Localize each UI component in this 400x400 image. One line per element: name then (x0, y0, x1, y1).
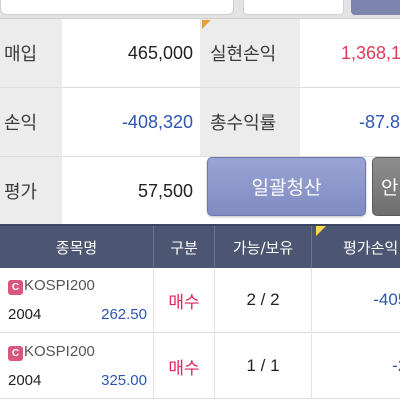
corner-indicator-icon (202, 20, 211, 29)
item-name-cell: C KOSPI200 2004 325.00 (0, 334, 154, 398)
realized-pnl-label: 실현손익 (200, 19, 300, 87)
total-return-label: 총수익률 (200, 88, 300, 156)
top-input-field[interactable] (243, 0, 344, 15)
item-strike-price: 262.50 (101, 306, 147, 323)
header-available-held[interactable]: 가능/보유 (215, 226, 312, 268)
call-option-badge-icon: C (8, 346, 23, 361)
position-type: 매수 (154, 268, 215, 332)
eval-pnl: -2, (392, 356, 400, 375)
realized-pnl-value: 1,368,1 (341, 42, 400, 63)
available-held-qty: 2 / 2 (215, 268, 312, 332)
top-toolbar (0, 0, 400, 19)
item-contract: 2004 (8, 306, 42, 323)
top-right-button[interactable] (351, 0, 400, 15)
item-name: KOSPI200 (24, 277, 95, 294)
position-type: 매수 (154, 334, 215, 398)
secondary-action-button[interactable]: 안 (372, 157, 400, 216)
item-contract: 2004 (8, 372, 42, 389)
top-left-button[interactable] (0, 0, 234, 15)
pnl-label: 손익 (0, 88, 62, 156)
eval-pnl: -405, (373, 290, 400, 309)
purchase-value: 465,000 (127, 42, 193, 63)
eval-value: 57,500 (137, 180, 193, 201)
header-type[interactable]: 구분 (154, 226, 215, 268)
table-row[interactable]: C KOSPI200 2004 262.50 매수 2 / 2 -405, (0, 268, 400, 333)
purchase-label: 매입 (0, 19, 62, 87)
positions-table-header: 종목명 구분 가능/보유 평가손익 (0, 224, 400, 268)
total-return-value: -87.8 (359, 111, 400, 132)
pnl-value: -408,320 (121, 111, 193, 132)
available-held-qty: 1 / 1 (215, 334, 312, 398)
item-name-cell: C KOSPI200 2004 262.50 (0, 268, 154, 332)
item-name: KOSPI200 (24, 343, 95, 360)
header-eval-pnl[interactable]: 평가손익 (312, 226, 400, 268)
table-row[interactable]: C KOSPI200 2004 325.00 매수 1 / 1 -2, (0, 334, 400, 399)
header-item-name[interactable]: 종목명 (0, 226, 154, 268)
liquidate-all-button[interactable]: 일괄청산 (207, 157, 366, 216)
call-option-badge-icon: C (8, 280, 23, 295)
item-strike-price: 325.00 (101, 372, 147, 389)
eval-label: 평가 (0, 157, 62, 225)
